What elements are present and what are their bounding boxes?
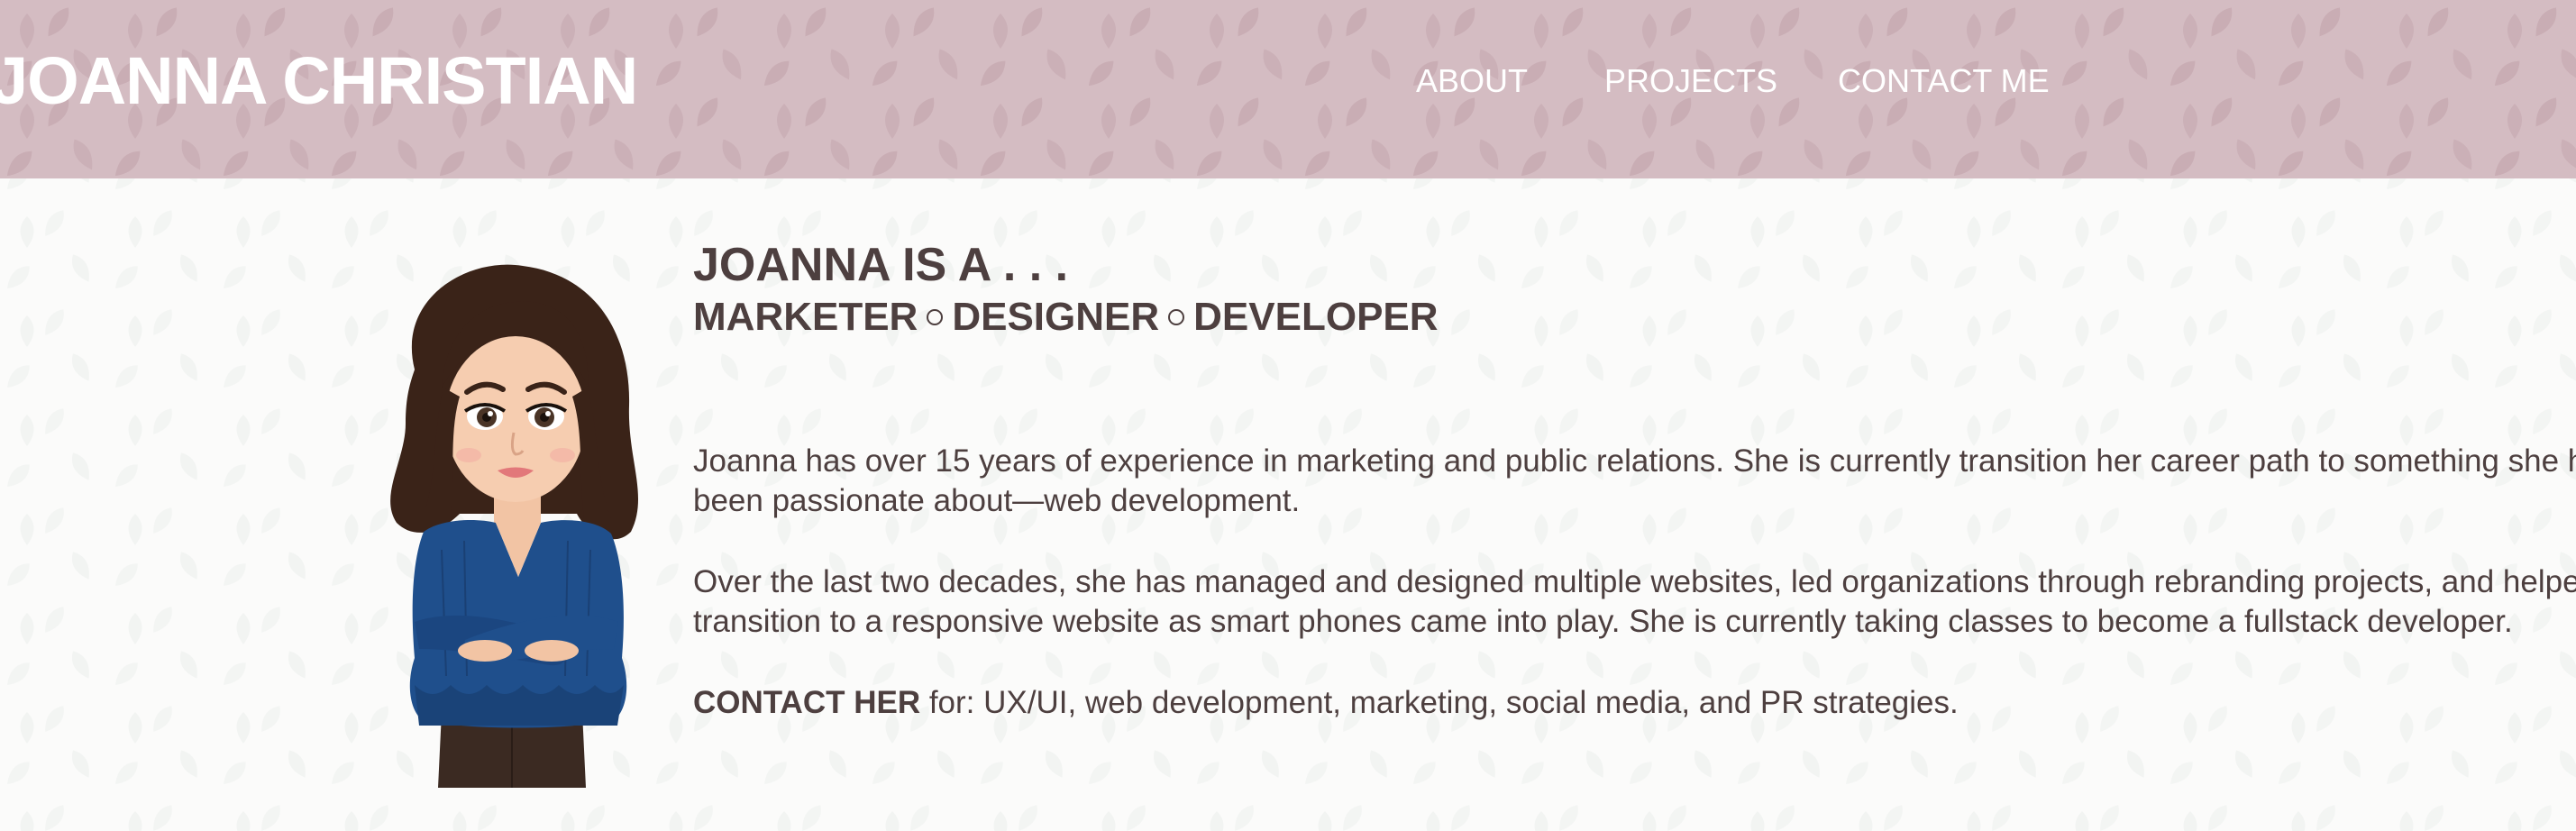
- bio-paragraph-1-line-2: been passionate about—web development.: [693, 483, 1301, 518]
- bio-paragraph-2-line-1: Over the last two decades, she has manag…: [693, 564, 2576, 599]
- bio-paragraph-2-line-2: transition to a responsive website as sm…: [693, 604, 2513, 639]
- about-headline: JOANNA IS A . . .: [693, 239, 1069, 291]
- nav-contact-link[interactable]: CONTACT ME: [1838, 61, 2050, 101]
- nav-about-link[interactable]: ABOUT: [1416, 61, 1528, 101]
- contact-services: for: UX/UI, web development, marketing, …: [920, 685, 1959, 720]
- contact-lead: CONTACT HER: [693, 685, 921, 720]
- bio-paragraph-1-line-1: Joanna has over 15 years of experience i…: [693, 443, 2576, 479]
- role-designer: DESIGNER: [952, 295, 1160, 339]
- bio-paragraph-2: Over the last two decades, she has manag…: [693, 562, 2576, 642]
- bio-paragraph-1: Joanna has over 15 years of experience i…: [693, 442, 2576, 521]
- main-nav: ABOUT PROJECTS CONTACT ME: [0, 0, 2576, 178]
- role-marketer: MARKETER: [693, 295, 918, 339]
- nav-projects-link[interactable]: PROJECTS: [1604, 61, 1777, 101]
- avatar-illustration: [390, 264, 639, 788]
- contact-paragraph: CONTACT HER for: UX/UI, web development,…: [693, 683, 2576, 723]
- site-header: JOANNA CHRISTIAN ABOUT PROJECTS CONTACT …: [0, 0, 2576, 178]
- roles-line: MARKETER DESIGNER DEVELOPER: [693, 294, 2576, 341]
- small-circle-icon: [927, 309, 944, 326]
- small-circle-icon: [1168, 309, 1185, 326]
- role-developer: DEVELOPER: [1193, 295, 1439, 339]
- about-section: JOANNA IS A . . . MARKETER DESIGNER DEVELO…: [693, 236, 2576, 723]
